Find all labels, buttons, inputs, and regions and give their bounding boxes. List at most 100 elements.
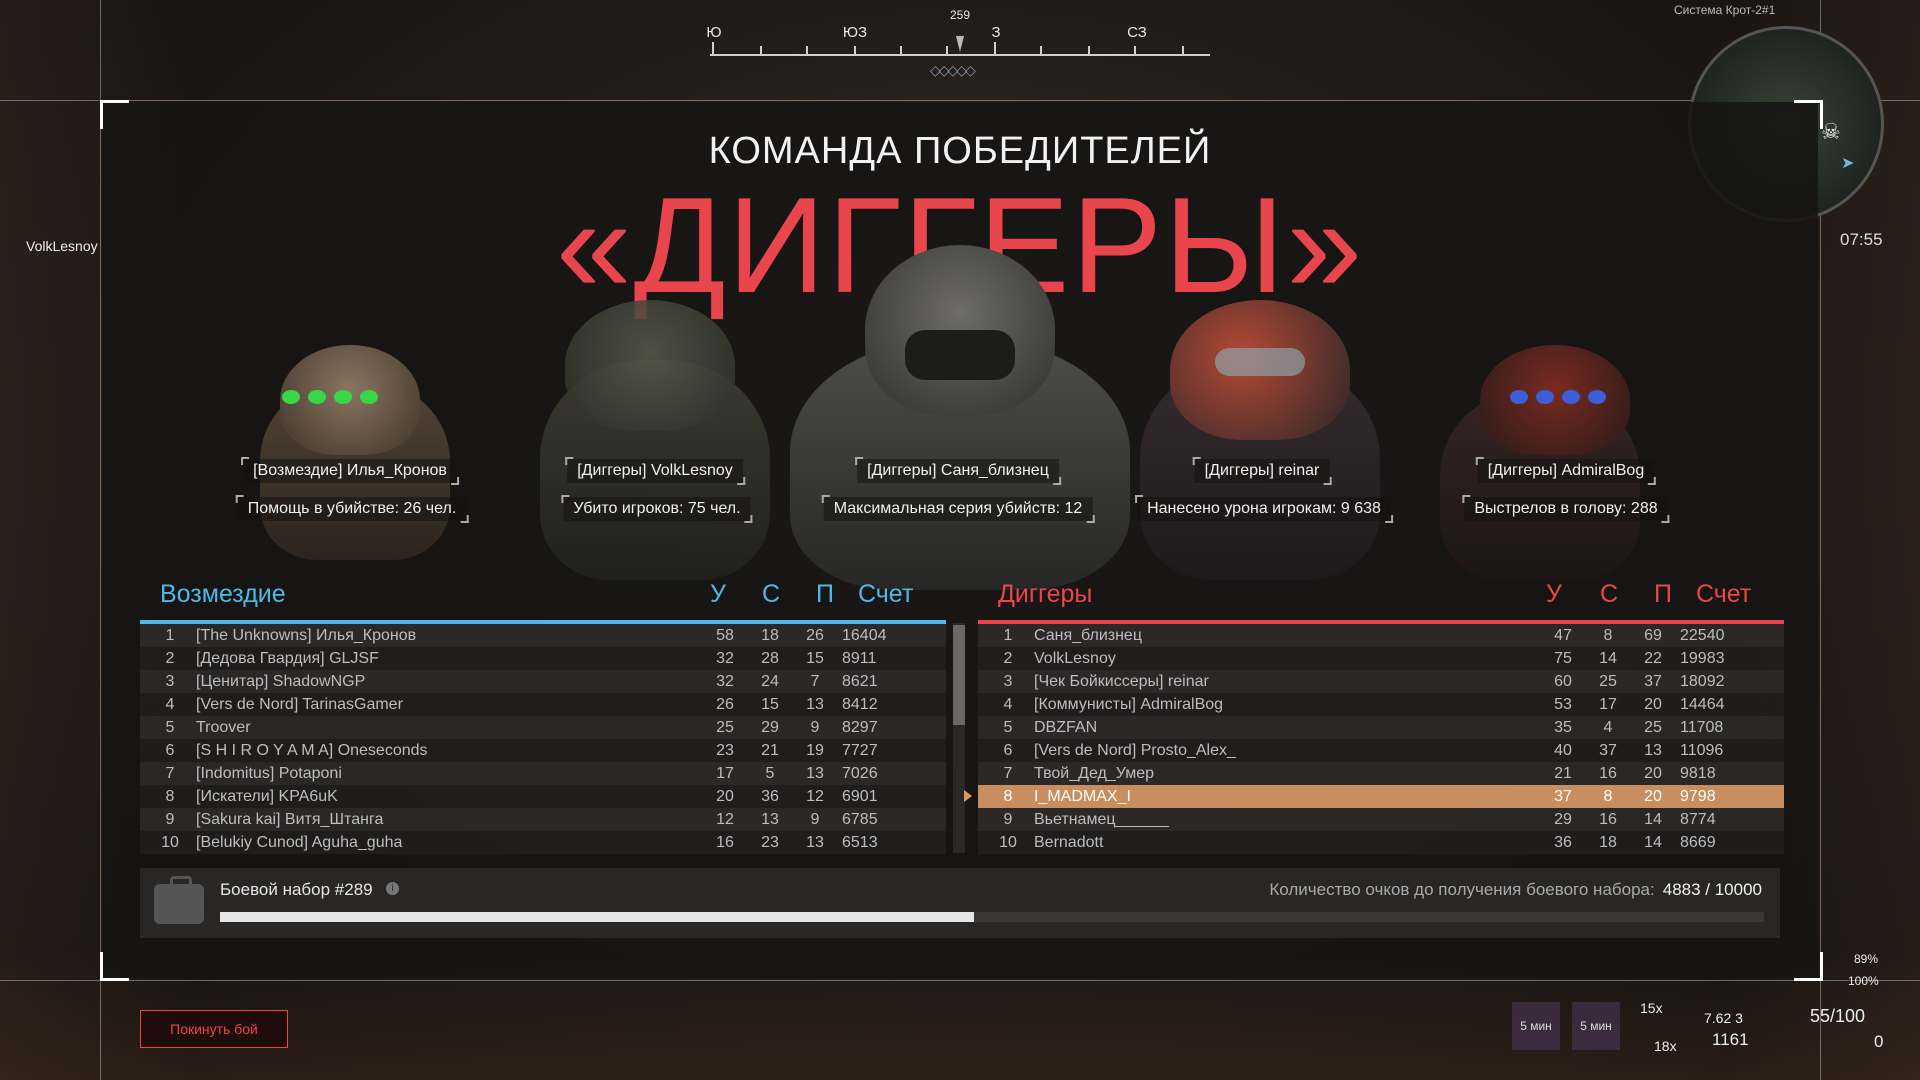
score-cell: 9798 <box>1680 788 1716 805</box>
compass-label-nw: СЗ <box>1127 24 1147 41</box>
kit-title: Боевой набор #289 <box>220 880 373 899</box>
col-header-score: Счет <box>1696 580 1752 608</box>
score-cell: 8669 <box>1680 834 1716 851</box>
score-cell: 7727 <box>842 742 878 759</box>
player-name-cell: [Belukiy Cunod] Aguha_guha <box>196 834 403 851</box>
table-row[interactable]: 9 Вьетнамец______ 29 16 14 8774 <box>978 808 1784 831</box>
kit-progress-fill <box>220 912 974 922</box>
table-row[interactable]: 1 [The Unknowns] Илья_Кронов 58 18 26 16404 <box>140 624 946 647</box>
rank-cell: 6 <box>1003 742 1013 759</box>
kills-cell: 37 <box>1554 788 1572 805</box>
table-row[interactable]: 8 I_MADMAX_I 37 8 20 9798 <box>964 785 1784 808</box>
kills-cell: 21 <box>1554 765 1572 782</box>
deaths-cell: 16 <box>1599 765 1617 782</box>
rank-cell: 10 <box>161 834 179 851</box>
leave-battle-button[interactable]: Покинуть бой <box>140 1010 288 1048</box>
player-name-cell: [Indomitus] Potaponi <box>196 765 342 782</box>
rank-cell: 4 <box>165 696 175 713</box>
deaths-cell: 13 <box>761 811 779 828</box>
deaths-cell: 14 <box>1599 650 1617 667</box>
rank-cell: 8 <box>165 788 175 805</box>
deaths-cell: 25 <box>1599 673 1617 690</box>
frame-line-top <box>0 100 1920 101</box>
kills-cell: 53 <box>1554 696 1572 713</box>
player-name-cell: Твой_Дед_Умер <box>1034 765 1154 782</box>
assists-cell: 15 <box>806 650 824 667</box>
assists-cell: 9 <box>810 811 820 828</box>
compass-tick <box>946 46 948 56</box>
rank-cell: 2 <box>165 650 175 667</box>
highlight-player-5: [Диггеры] AdmiralBog <box>1475 457 1657 485</box>
info-icon[interactable]: i <box>386 882 399 895</box>
table-row[interactable]: 8 [Искатели] KPA6uK 20 36 12 6901 <box>140 785 946 808</box>
col-header-kills: У <box>710 580 726 608</box>
compass-tick <box>1182 46 1184 56</box>
item-slot-1[interactable]: 5 мин <box>1512 1002 1560 1050</box>
table-row[interactable]: 4 [Коммунисты] AdmiralBog 53 17 20 14464 <box>978 693 1784 716</box>
team-table-right: Диггеры У С П Счет 1 Саня_близнец 47 8 69 225… <box>964 572 1784 854</box>
score-cell: 6901 <box>842 788 878 805</box>
player-name-cell: VolkLesnoy <box>1034 650 1116 667</box>
col-header-assists: П <box>816 580 834 608</box>
deaths-cell: 8 <box>1603 788 1613 805</box>
table-row[interactable]: 7 Твой_Дед_Умер 21 16 20 9818 <box>978 762 1784 785</box>
compass-heading: 259 <box>949 8 971 22</box>
table-row[interactable]: 9 [Sakura kai] Витя_Штанга 12 13 9 6785 <box>140 808 946 831</box>
assists-cell: 13 <box>806 834 824 851</box>
scrollbar-thumb[interactable] <box>953 625 965 725</box>
compass-tick <box>854 46 856 56</box>
compass-tick <box>712 42 714 56</box>
compass-tick <box>1134 46 1136 56</box>
player-name-cell: [Vers de Nord] TarinasGamer <box>196 696 403 713</box>
col-header-deaths: С <box>762 580 781 608</box>
score-cell: 8621 <box>842 673 878 690</box>
scrollbar[interactable] <box>953 623 965 853</box>
table-row[interactable]: 5 DBZFAN 35 4 25 11708 <box>978 716 1784 739</box>
kills-cell: 32 <box>716 673 734 690</box>
table-row[interactable]: 10 Bernadott 36 18 14 8669 <box>978 831 1784 854</box>
assists-cell: 14 <box>1644 811 1662 828</box>
table-row[interactable]: 10 [Belukiy Cunod] Aguha_guha 16 23 13 6513 <box>140 831 946 854</box>
panel-corner <box>1794 952 1823 981</box>
panel-corner <box>100 100 129 129</box>
table-row[interactable]: 7 [Indomitus] Potaponi 17 5 13 7026 <box>140 762 946 785</box>
col-header-score: Счет <box>858 580 914 608</box>
rank-cell: 8 <box>1003 788 1013 805</box>
table-row[interactable]: 2 [Дедова Гвардия] GLJSF 32 28 15 8911 <box>140 647 946 670</box>
score-cell: 18092 <box>1680 673 1725 690</box>
item-slot-2[interactable]: 5 мин <box>1572 1002 1620 1050</box>
table-row[interactable]: 4 [Vers de Nord] TarinasGamer 26 15 13 8412 <box>140 693 946 716</box>
frame-line-bottom <box>0 980 1920 981</box>
table-row[interactable]: 2 VolkLesnoy 75 14 22 19983 <box>978 647 1784 670</box>
score-cell: 16404 <box>842 627 887 644</box>
kills-cell: 35 <box>1554 719 1572 736</box>
deaths-cell: 18 <box>761 627 779 644</box>
highlight-stat-1: Помощь в убийстве: 26 чел. <box>235 495 468 523</box>
health-value: 55/100 <box>1810 1006 1866 1026</box>
player-name-cell: Troover <box>196 719 251 736</box>
kills-cell: 60 <box>1554 673 1572 690</box>
table-row[interactable]: 6 [Vers de Nord] Prosto_Alex_ 40 37 13 11096 <box>978 739 1784 762</box>
highlight-player-4: [Диггеры] reinar <box>1192 457 1331 485</box>
deaths-cell: 5 <box>765 765 775 782</box>
table-row[interactable]: 3 [Ценитар] ShadowNGP 32 24 7 8621 <box>140 670 946 693</box>
score-cell: 19983 <box>1680 650 1725 667</box>
assists-cell: 13 <box>806 765 824 782</box>
rank-cell: 5 <box>1003 719 1013 736</box>
deaths-cell: 24 <box>761 673 779 690</box>
assists-cell: 26 <box>806 627 824 644</box>
rank-cell: 1 <box>1003 627 1013 644</box>
kit-progress-label: Количество очков до получения боевого на… <box>1269 880 1655 899</box>
kit-progress-bar <box>220 912 1764 922</box>
team-header-left: Возмездие У С П Счет <box>140 572 946 620</box>
table-row[interactable]: 6 [S H I R O Y A M A] Oneseconds 23 21 19 772… <box>140 739 946 762</box>
score-cell: 8774 <box>1680 811 1716 828</box>
table-row[interactable]: 5 Troover 25 29 9 8297 <box>140 716 946 739</box>
assists-cell: 12 <box>806 788 824 805</box>
score-cell: 11708 <box>1680 719 1724 736</box>
kills-cell: 75 <box>1554 650 1572 667</box>
score-cell: 11096 <box>1680 742 1724 759</box>
table-row[interactable]: 1 Саня_близнец 47 8 69 22540 <box>978 624 1784 647</box>
assists-cell: 37 <box>1644 673 1662 690</box>
table-row[interactable]: 3 [Чек Бойкиссеры] reinar 60 25 37 18092 <box>978 670 1784 693</box>
